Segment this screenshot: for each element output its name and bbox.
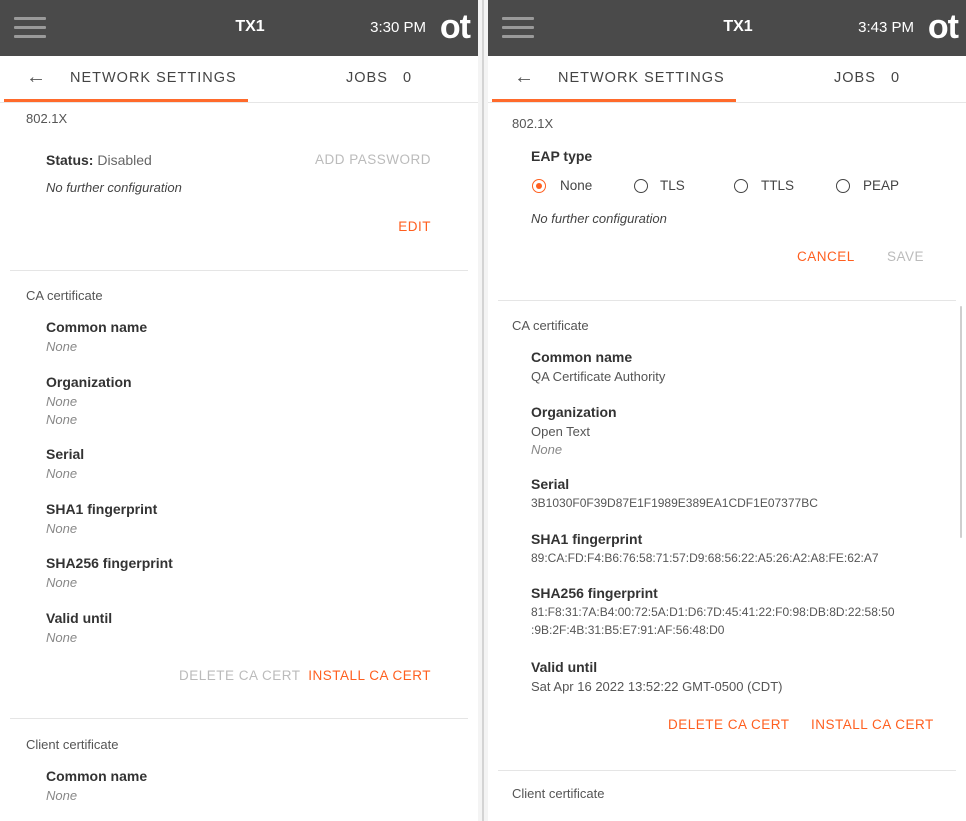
settings-content: 802.1X Status: Disabled ADD PASSWORD No … <box>0 103 478 821</box>
scrollbar[interactable] <box>960 306 962 538</box>
clock: 3:30 PM <box>370 19 426 36</box>
install-ca-cert-button[interactable]: INSTALL CA CERT <box>811 717 934 732</box>
status-label: Status: <box>46 152 94 168</box>
config-note: No further configuration <box>46 180 182 195</box>
tab-jobs[interactable]: JOBS <box>834 70 876 86</box>
sha1-label: SHA1 fingerprint <box>531 531 643 547</box>
top-bar: TX1 3:30 PM ot <box>0 0 478 56</box>
organization-value: None <box>46 394 78 409</box>
arrow-left-icon[interactable]: ← <box>514 66 534 89</box>
ot-logo: ot <box>927 8 959 46</box>
install-ca-cert-button[interactable]: INSTALL CA CERT <box>308 668 431 683</box>
left-screen: TX1 3:30 PM ot ← NETWORK SETTINGS JOBS 0… <box>0 0 478 821</box>
sha1-value: None <box>46 521 78 536</box>
sha256-value-line-2: :9B:2F:4B:31:B5:E7:91:AF:56:48:D0 <box>531 623 725 637</box>
jobs-count: 0 <box>403 70 412 86</box>
valid-until-value: Sat Apr 16 2022 13:52:22 GMT-0500 (CDT) <box>531 679 783 694</box>
sha256-value-line-1: 81:F8:31:7A:B4:00:72:5A:D1:D6:7D:45:41:2… <box>531 605 895 619</box>
section-title-client-cert: Client certificate <box>26 737 119 752</box>
cancel-button[interactable]: CANCEL <box>797 249 855 264</box>
active-tab-indicator <box>4 99 248 102</box>
common-name-label: Common name <box>531 349 633 365</box>
common-name-label: Common name <box>46 319 148 335</box>
add-password-button[interactable]: ADD PASSWORD <box>315 152 431 167</box>
section-title-ca-cert: CA certificate <box>512 318 589 333</box>
sha1-value: 89:CA:FD:F4:B6:76:58:71:57:D9:68:56:22:A… <box>531 551 879 565</box>
sha256-label: SHA256 fingerprint <box>531 585 658 601</box>
arrow-left-icon[interactable]: ← <box>26 66 46 89</box>
client-common-name-label: Common name <box>46 768 148 784</box>
section-title-8021x: 802.1X <box>26 111 68 126</box>
tab-jobs[interactable]: JOBS <box>346 70 388 86</box>
radio-tls[interactable] <box>634 179 648 193</box>
radio-tls-label[interactable]: TLS <box>660 178 685 193</box>
organization-value: Open Text <box>531 424 591 439</box>
sub-bar: ← NETWORK SETTINGS JOBS 0 <box>0 56 478 103</box>
delete-ca-cert-button[interactable]: DELETE CA CERT <box>668 717 790 732</box>
settings-content: 802.1X EAP type None TLS TTLS PEAP No fu… <box>488 103 966 821</box>
serial-value: None <box>46 466 78 481</box>
sha256-value: None <box>46 575 78 590</box>
divider <box>10 270 468 271</box>
ot-logo: ot <box>439 8 471 46</box>
sub-bar: ← NETWORK SETTINGS JOBS 0 <box>488 56 966 103</box>
sha1-label: SHA1 fingerprint <box>46 501 158 517</box>
serial-label: Serial <box>46 446 85 462</box>
valid-until-label: Valid until <box>46 610 113 626</box>
organization-label: Organization <box>46 374 132 390</box>
status-value: Disabled <box>97 152 152 168</box>
organization-unit-value: None <box>46 412 78 427</box>
top-bar: TX1 3:43 PM ot <box>488 0 966 56</box>
right-screen: TX1 3:43 PM ot ← NETWORK SETTINGS JOBS 0… <box>488 0 966 821</box>
common-name-value: None <box>46 339 78 354</box>
valid-until-label: Valid until <box>531 659 598 675</box>
radio-peap[interactable] <box>836 179 850 193</box>
section-title-ca-cert: CA certificate <box>26 288 103 303</box>
section-title-8021x: 802.1X <box>512 116 554 131</box>
common-name-value: QA Certificate Authority <box>531 369 666 384</box>
serial-value: 3B1030F0F39D87E1F1989E389EA1CDF1E07377BC <box>531 496 818 510</box>
active-tab-indicator <box>492 99 736 102</box>
eap-type-label: EAP type <box>531 148 593 164</box>
menu-icon[interactable] <box>502 17 534 39</box>
radio-ttls-label[interactable]: TTLS <box>761 178 794 193</box>
status-row: Status: Disabled <box>46 152 152 168</box>
config-note: No further configuration <box>531 211 667 226</box>
client-common-name-value: None <box>46 788 78 803</box>
divider <box>10 718 468 719</box>
tab-network-settings[interactable]: NETWORK SETTINGS <box>70 70 237 86</box>
device-name: TX1 <box>235 18 265 35</box>
section-title-client-cert: Client certificate <box>512 786 605 801</box>
edit-button[interactable]: EDIT <box>398 219 431 234</box>
radio-ttls[interactable] <box>734 179 748 193</box>
save-button[interactable]: SAVE <box>887 249 924 264</box>
organization-unit-value: None <box>531 442 563 457</box>
delete-ca-cert-button[interactable]: DELETE CA CERT <box>179 668 301 683</box>
screen-separator-line <box>482 0 484 821</box>
device-name: TX1 <box>723 18 753 35</box>
radio-none[interactable] <box>532 179 546 193</box>
menu-icon[interactable] <box>14 17 46 39</box>
divider <box>498 770 956 771</box>
tab-network-settings[interactable]: NETWORK SETTINGS <box>558 70 725 86</box>
valid-until-value: None <box>46 630 78 645</box>
sha256-label: SHA256 fingerprint <box>46 555 173 571</box>
jobs-count: 0 <box>891 70 900 86</box>
clock: 3:43 PM <box>858 19 914 36</box>
serial-label: Serial <box>531 476 570 492</box>
radio-none-label[interactable]: None <box>560 178 592 193</box>
organization-label: Organization <box>531 404 617 420</box>
divider <box>498 300 956 301</box>
radio-peap-label[interactable]: PEAP <box>863 178 899 193</box>
